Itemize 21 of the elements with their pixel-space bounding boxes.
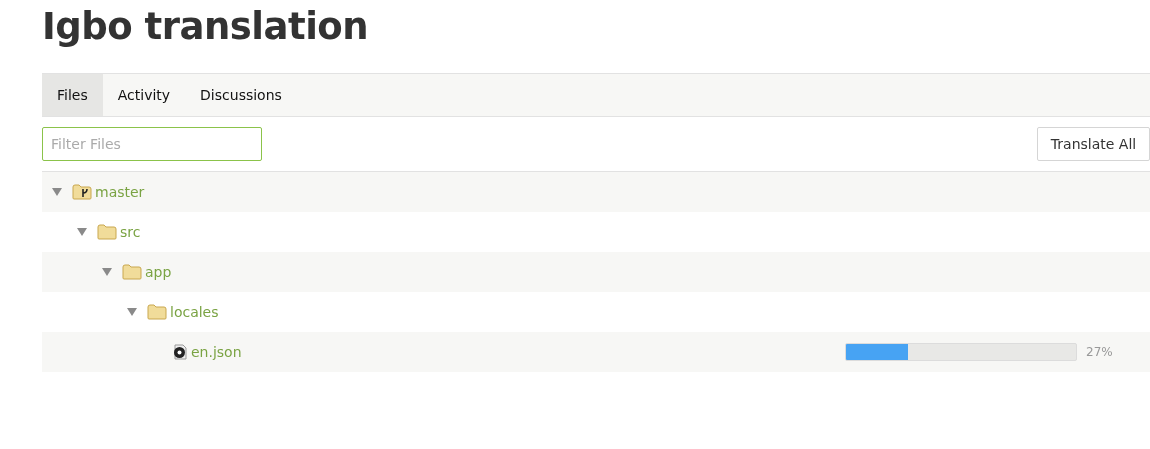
- folder-icon: [122, 264, 142, 280]
- tab[interactable]: Activity: [102, 74, 186, 116]
- folder-icon: [97, 224, 117, 240]
- file-icon: [172, 344, 188, 360]
- expand-toggle-icon[interactable]: [77, 228, 87, 236]
- folder-icon: [147, 304, 167, 320]
- page-title: Igbo translation: [42, 4, 370, 50]
- branch-folder-icon: [72, 184, 92, 200]
- progress-percentage: 27%: [1086, 345, 1110, 359]
- filter-field[interactable]: Filter Files: [42, 127, 262, 161]
- tree-item-link[interactable]: app: [145, 264, 172, 280]
- tree-item-link[interactable]: en.json: [191, 344, 242, 360]
- expand-toggle-icon[interactable]: [52, 188, 62, 196]
- tab[interactable]: Files: [42, 74, 103, 116]
- tab[interactable]: Discussions: [185, 74, 297, 116]
- expand-toggle-icon[interactable]: [102, 268, 112, 276]
- translate-all-button[interactable]: Translate All: [1037, 127, 1150, 161]
- tree-item-link[interactable]: src: [120, 224, 141, 240]
- expand-toggle-icon[interactable]: [127, 308, 137, 316]
- tree-item-link[interactable]: master: [95, 184, 145, 200]
- tree-item-link[interactable]: locales: [170, 304, 219, 320]
